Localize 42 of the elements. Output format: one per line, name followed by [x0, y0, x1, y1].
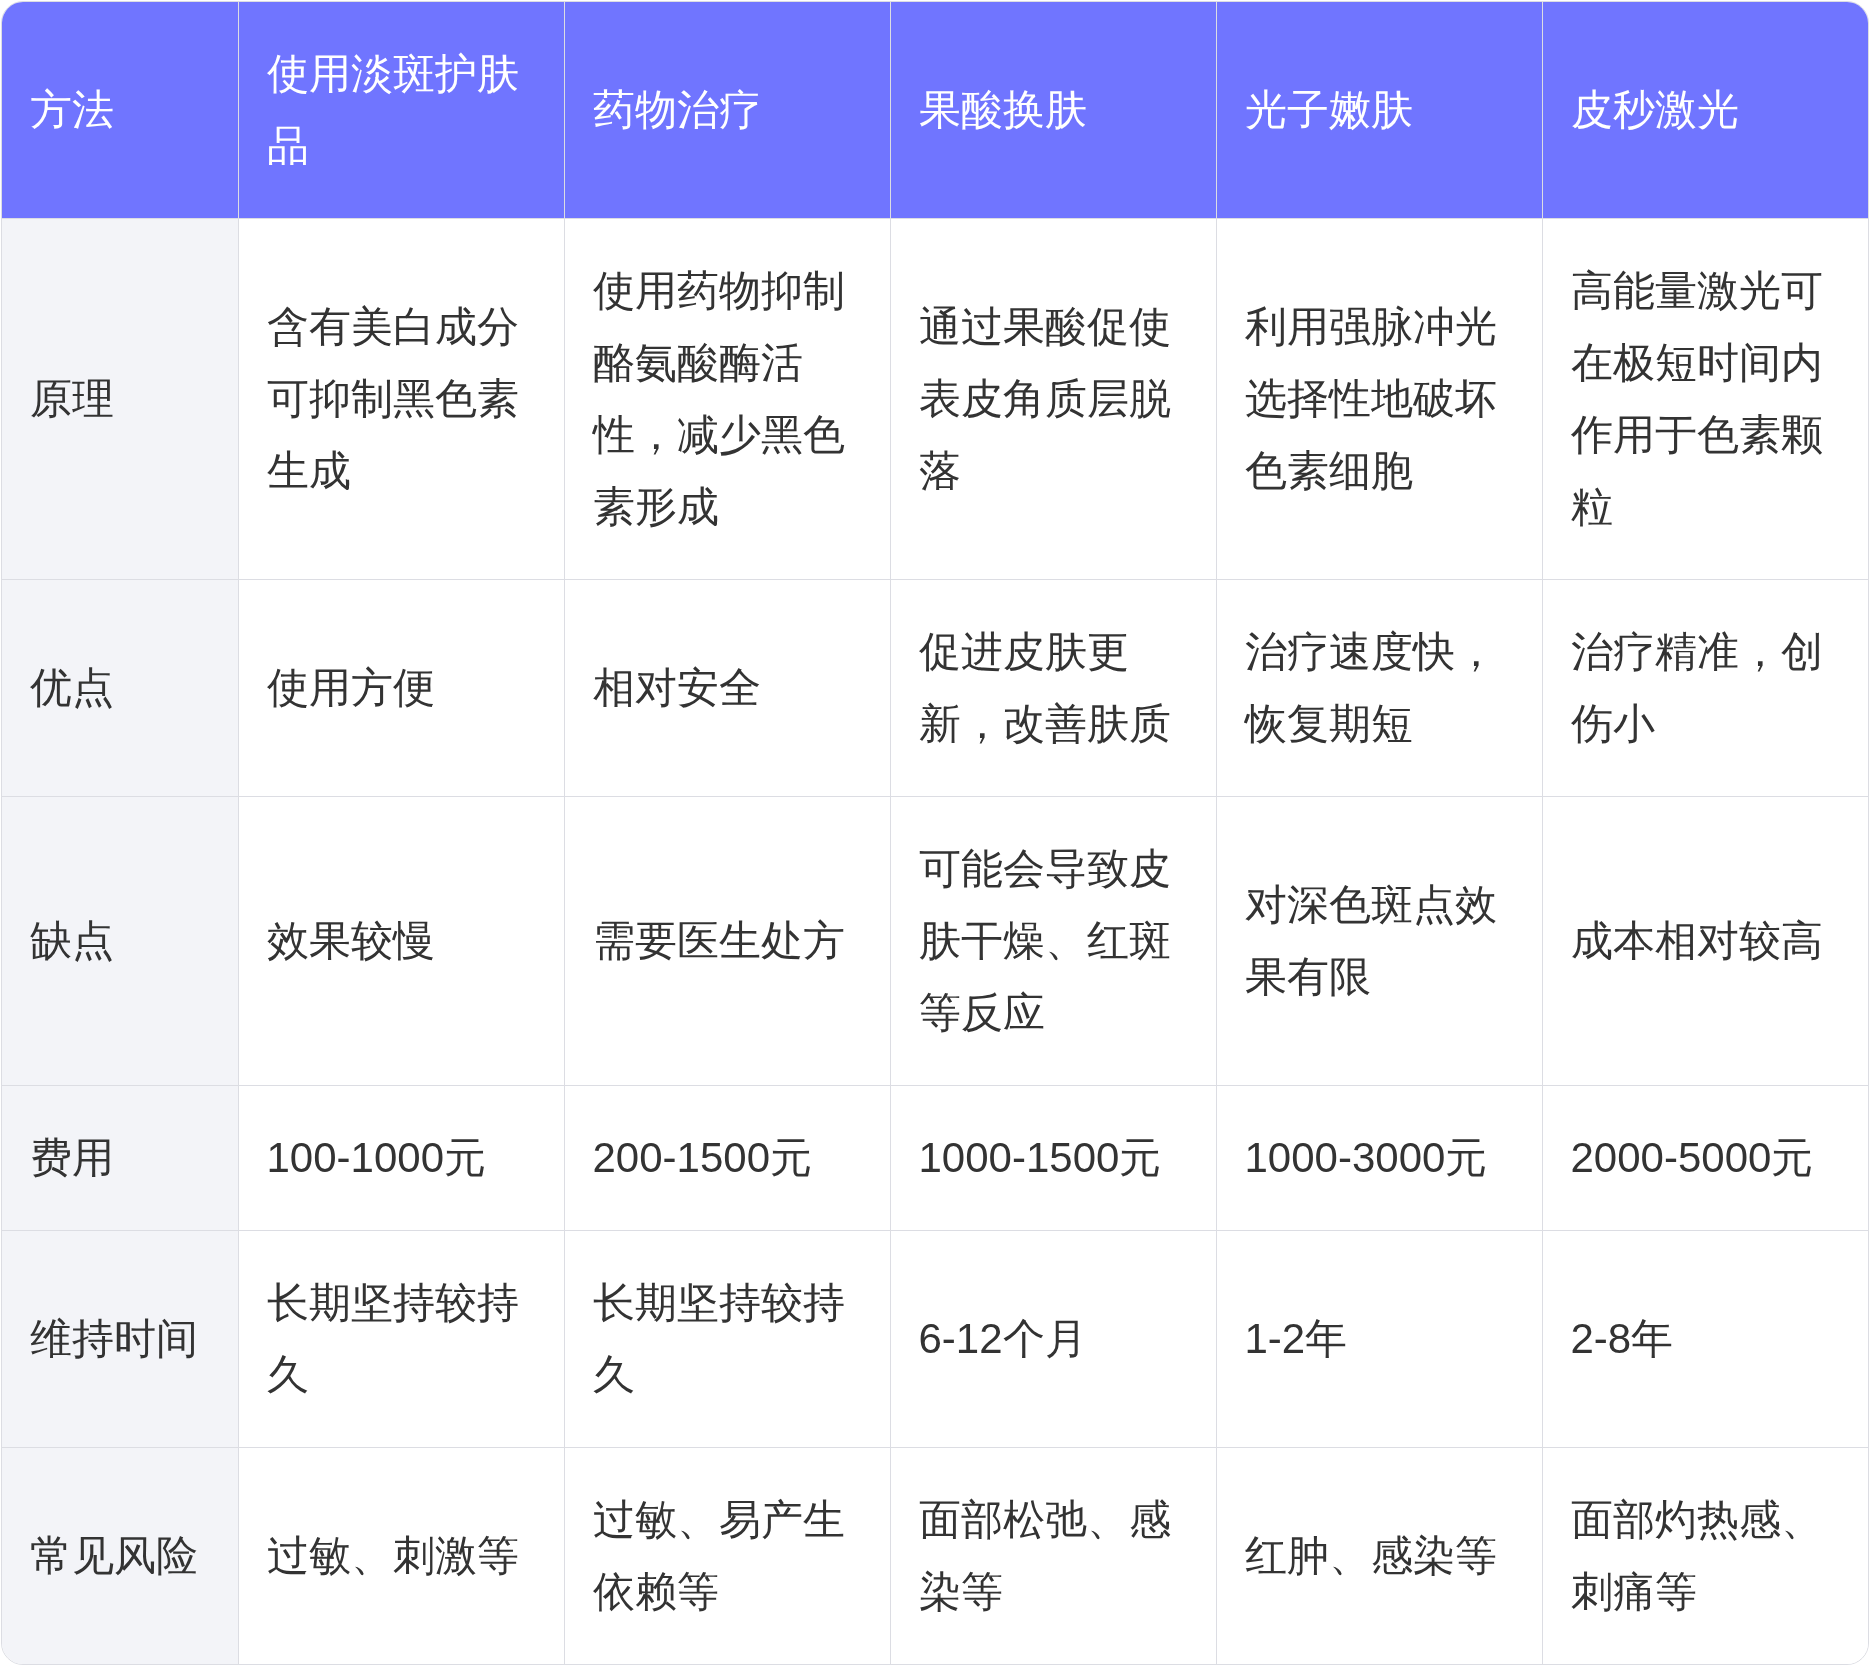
row-header: 优点 — [2, 579, 238, 797]
table-cell: 1000-1500元 — [890, 1085, 1216, 1231]
table-cell: 相对安全 — [564, 579, 890, 797]
table-cell: 可能会导致皮肤干燥、红斑等反应 — [890, 796, 1216, 1086]
table-cell: 面部灼热感、刺痛等 — [1542, 1447, 1868, 1664]
table-cell: 过敏、刺激等 — [238, 1447, 564, 1664]
table-cell: 过敏、易产生依赖等 — [564, 1447, 890, 1664]
table-cell: 1-2年 — [1216, 1230, 1542, 1448]
table-cell: 2000-5000元 — [1542, 1085, 1868, 1231]
table-cell: 含有美白成分可抑制黑色素生成 — [238, 218, 564, 580]
table-cell: 100-1000元 — [238, 1085, 564, 1231]
column-header: 皮秒激光 — [1542, 2, 1868, 219]
table-cell: 红肿、感染等 — [1216, 1447, 1542, 1664]
table-cell: 成本相对较高 — [1542, 796, 1868, 1086]
column-header: 光子嫩肤 — [1216, 2, 1542, 219]
row-header: 维持时间 — [2, 1230, 238, 1448]
row-header: 缺点 — [2, 796, 238, 1086]
row-header: 常见风险 — [2, 1447, 238, 1664]
table-cell: 面部松弛、感染等 — [890, 1447, 1216, 1664]
row-header: 费用 — [2, 1085, 238, 1231]
column-header: 方法 — [2, 2, 238, 219]
table-cell: 对深色斑点效果有限 — [1216, 796, 1542, 1086]
table-cell: 200-1500元 — [564, 1085, 890, 1231]
table-cell: 2-8年 — [1542, 1230, 1868, 1448]
table-cell: 长期坚持较持久 — [564, 1230, 890, 1448]
row-header: 原理 — [2, 218, 238, 580]
column-header: 果酸换肤 — [890, 2, 1216, 219]
table-cell: 利用强脉冲光选择性地破坏色素细胞 — [1216, 218, 1542, 580]
table-cell: 效果较慢 — [238, 796, 564, 1086]
table-cell: 长期坚持较持久 — [238, 1230, 564, 1448]
table-cell: 需要医生处方 — [564, 796, 890, 1086]
table-cell: 高能量激光可在极短时间内作用于色素颗粒 — [1542, 218, 1868, 580]
table-cell: 通过果酸促使表皮角质层脱落 — [890, 218, 1216, 580]
column-header: 药物治疗 — [564, 2, 890, 219]
table-cell: 1000-3000元 — [1216, 1085, 1542, 1231]
table-cell: 6-12个月 — [890, 1230, 1216, 1448]
table-cell: 治疗精准，创伤小 — [1542, 579, 1868, 797]
table-cell: 使用方便 — [238, 579, 564, 797]
table-cell: 使用药物抑制酪氨酸酶活性，减少黑色素形成 — [564, 218, 890, 580]
column-header: 使用淡斑护肤品 — [238, 2, 564, 219]
table-cell: 促进皮肤更新，改善肤质 — [890, 579, 1216, 797]
table-cell: 治疗速度快，恢复期短 — [1216, 579, 1542, 797]
